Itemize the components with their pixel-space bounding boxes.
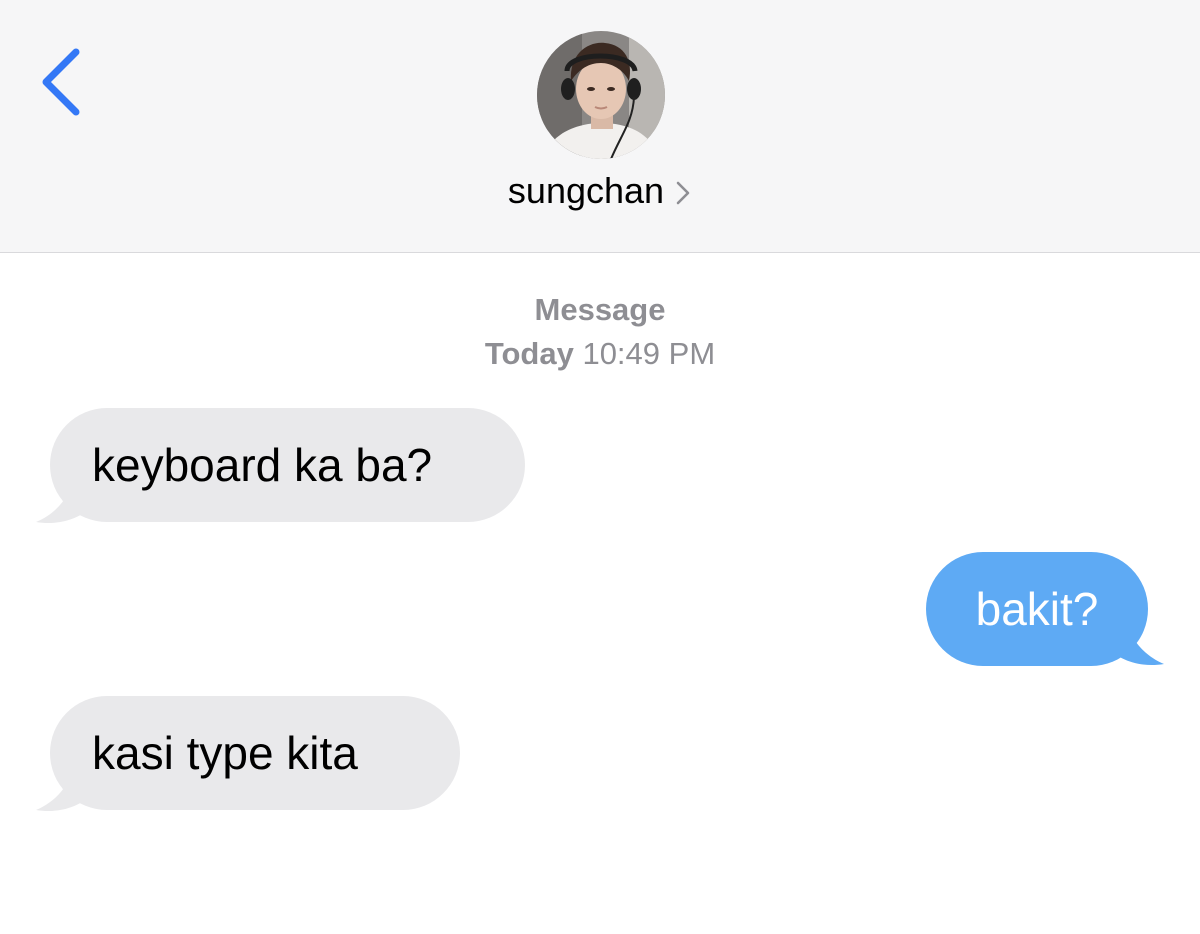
back-button[interactable] — [34, 40, 94, 130]
contact-avatar[interactable] — [537, 31, 665, 159]
service-name: Message — [534, 292, 666, 327]
timestamp: Today 10:49 PM — [0, 336, 1200, 372]
contact-name-button[interactable]: sungchan — [0, 170, 1200, 212]
service-label: Message — [0, 292, 1200, 328]
message-text: bakit? — [975, 583, 1099, 635]
timestamp-day: Today — [484, 336, 574, 371]
timestamp-time: 10:49 PM — [582, 336, 716, 371]
message-text: keyboard ka ba? — [92, 439, 433, 491]
chevron-right-icon — [676, 182, 690, 205]
message-text: kasi type kita — [92, 727, 358, 779]
avatar-photo — [537, 31, 665, 159]
chevron-left-icon — [42, 48, 80, 116]
message-bubble-incoming[interactable]: kasi type kita — [50, 696, 460, 810]
contact-name: sungchan — [507, 170, 665, 211]
conversation-header: sungchan — [0, 0, 1200, 253]
message-bubble-incoming[interactable]: keyboard ka ba? — [50, 408, 525, 522]
message-bubble-outgoing[interactable]: bakit? — [926, 552, 1148, 666]
